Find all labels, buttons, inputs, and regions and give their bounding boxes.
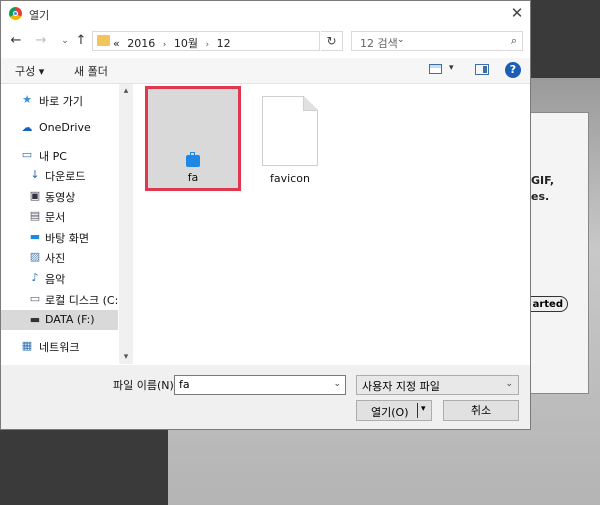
sidebar-item-documents[interactable]: ▤ 문서	[1, 206, 118, 226]
sidebar-item-label: 바탕 화면	[45, 232, 89, 245]
video-icon: ▣	[29, 189, 41, 202]
sidebar-item-data-f[interactable]: ▬ DATA (F:)	[1, 310, 118, 330]
filetype-dropdown-icon[interactable]: ⌄	[505, 379, 513, 389]
network-icon: ▦	[21, 339, 33, 352]
music-icon: ♪	[31, 271, 39, 284]
sidebar-item-label: 동영상	[45, 191, 76, 204]
open-button-divider	[417, 403, 418, 418]
sidebar-scrollbar[interactable]: ▴ ▾	[119, 84, 133, 364]
sidebar-item-onedrive[interactable]: ☁ OneDrive	[1, 118, 118, 138]
view-dropdown-icon[interactable]: ▾	[449, 63, 454, 73]
file-item-fa[interactable]: fa	[145, 86, 241, 191]
filename-label: 파일 이름(N):	[113, 379, 178, 392]
breadcrumb-overflow[interactable]: «	[113, 37, 120, 50]
filename-dropdown-icon[interactable]: ⌄	[333, 379, 341, 389]
sidebar-item-label: 사진	[45, 252, 66, 265]
organize-button[interactable]: 구성 ▾	[15, 63, 44, 79]
forward-arrow-icon[interactable]: →	[32, 32, 50, 50]
file-item-favicon[interactable]: favicon	[242, 86, 338, 191]
up-arrow-icon[interactable]: ↑	[72, 32, 90, 50]
background-text-es: es.	[531, 190, 550, 203]
open-button[interactable]: 열기(O) ▾	[356, 400, 432, 421]
drive-icon: ▬	[29, 313, 41, 326]
title-bar: 열기 ✕	[1, 1, 530, 27]
blank-file-icon	[262, 96, 318, 166]
filename-field[interactable]: fa ⌄	[174, 375, 346, 395]
sidebar-item-downloads[interactable]: ↓ 다운로드	[1, 165, 118, 185]
open-file-dialog: 열기 ✕ ← → ⌄ ↑ « 2016 › 10월 › 12 ⌄ ↻ 12 검색…	[0, 0, 531, 430]
filetype-select[interactable]: 사용자 지정 파일 ⌄	[356, 375, 519, 395]
picture-icon: ▨	[29, 250, 41, 263]
breadcrumb-october[interactable]: 10월	[174, 37, 198, 50]
sidebar-item-label: 문서	[45, 211, 66, 224]
star-icon: ★	[22, 93, 32, 106]
dialog-title: 열기	[29, 9, 50, 22]
sidebar-item-label: OneDrive	[39, 121, 91, 134]
desktop-icon: ▬	[29, 230, 41, 243]
cloud-icon: ☁	[21, 121, 33, 134]
sidebar-item-label: DATA (F:)	[45, 313, 95, 326]
briefcase-file-icon	[186, 152, 200, 167]
sidebar-item-label: 로컬 디스크 (C:)	[45, 294, 123, 307]
filetype-value: 사용자 지정 파일	[362, 380, 440, 393]
disk-icon: ▭	[29, 292, 41, 305]
scroll-up-icon[interactable]: ▴	[119, 86, 133, 96]
open-dropdown-icon[interactable]: ▾	[421, 404, 426, 414]
sidebar-item-label: 다운로드	[45, 170, 86, 183]
preview-pane-icon[interactable]	[475, 64, 489, 75]
back-arrow-icon[interactable]: ←	[7, 32, 25, 50]
breadcrumb-12[interactable]: 12	[217, 37, 231, 50]
background-text-gif: GIF,	[531, 174, 555, 187]
search-icon[interactable]: ⌕	[511, 34, 517, 48]
breadcrumb: « 2016 › 10월 › 12	[113, 35, 235, 51]
scroll-down-icon[interactable]: ▾	[119, 352, 133, 362]
sidebar-item-network[interactable]: ▦ 네트워크	[1, 336, 118, 356]
folder-icon	[97, 35, 110, 46]
filename-value: fa	[179, 378, 190, 391]
navigation-bar: ← → ⌄ ↑ « 2016 › 10월 › 12 ⌄ ↻ 12 검색 ⌕	[1, 28, 530, 56]
navigation-pane: ★ 바로 가기 ☁ OneDrive ▭ 내 PC ↓ 다운로드 ▣ 동영상 ▤…	[1, 84, 123, 364]
dialog-footer: 파일 이름(N): fa ⌄ 사용자 지정 파일 ⌄ 열기(O) ▾ 취소	[1, 365, 530, 429]
breadcrumb-separator-icon[interactable]: ›	[205, 40, 209, 50]
sidebar-item-label: 네트워크	[39, 341, 80, 354]
file-list: fa favicon	[134, 84, 530, 364]
breadcrumb-separator-icon[interactable]: ›	[163, 40, 167, 50]
sidebar-item-quick-access[interactable]: ★ 바로 가기	[1, 90, 118, 110]
sidebar-item-music[interactable]: ♪ 음악	[1, 268, 118, 288]
document-icon: ▤	[29, 209, 41, 222]
download-icon: ↓	[30, 168, 40, 181]
sidebar-item-label: 내 PC	[39, 150, 67, 163]
sidebar-item-local-disk-c[interactable]: ▭ 로컬 디스크 (C:)	[1, 289, 123, 309]
sidebar-item-pictures[interactable]: ▨ 사진	[1, 247, 118, 267]
refresh-icon[interactable]: ↻	[321, 31, 343, 51]
breadcrumb-2016[interactable]: 2016	[127, 37, 155, 50]
search-placeholder: 12 검색	[360, 37, 398, 50]
command-toolbar: 구성 ▾ 새 폴더 ▾ ?	[1, 58, 530, 84]
close-icon[interactable]: ✕	[507, 3, 527, 23]
sidebar-item-desktop[interactable]: ▬ 바탕 화면	[1, 227, 118, 247]
computer-icon: ▭	[21, 148, 33, 161]
sidebar-item-videos[interactable]: ▣ 동영상	[1, 186, 118, 206]
view-mode-icon[interactable]	[429, 64, 442, 74]
sidebar-item-label: 음악	[45, 273, 66, 286]
chrome-icon	[9, 7, 22, 20]
file-name: favicon	[270, 172, 310, 185]
new-folder-button[interactable]: 새 폴더	[74, 63, 108, 79]
address-bar[interactable]: « 2016 › 10월 › 12 ⌄	[92, 31, 405, 51]
help-icon[interactable]: ?	[505, 62, 521, 78]
file-name: fa	[187, 171, 199, 184]
sidebar-item-this-pc[interactable]: ▭ 내 PC	[1, 145, 118, 165]
open-button-label: 열기(O)	[371, 406, 409, 419]
cancel-button[interactable]: 취소	[443, 400, 519, 421]
sidebar-item-label: 바로 가기	[39, 95, 83, 108]
search-input[interactable]: 12 검색 ⌕	[351, 31, 523, 51]
